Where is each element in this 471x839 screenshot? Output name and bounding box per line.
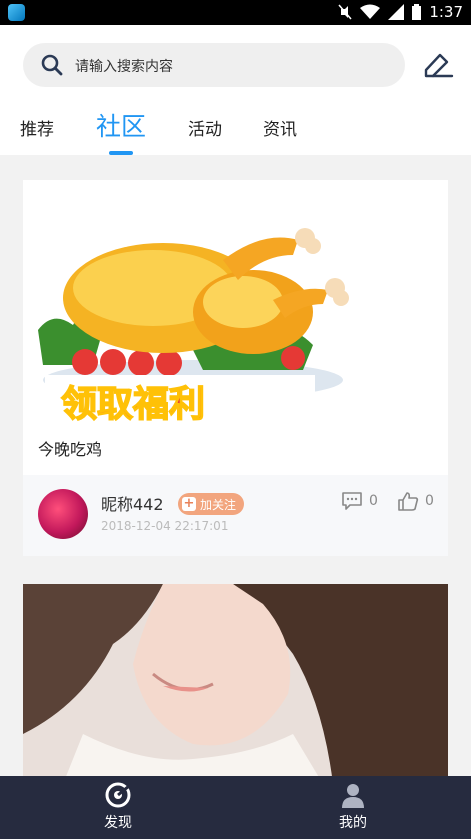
like-button[interactable]: 0 <box>397 491 434 511</box>
battery-icon <box>412 4 422 20</box>
post-footer: 昵称442 + 加关注 2018-12-04 22:17:01 0 0 <box>23 475 448 556</box>
post-card[interactable] <box>23 584 448 784</box>
profile-icon <box>342 784 364 808</box>
tab-community[interactable]: 社区 <box>96 107 146 143</box>
system-status: 1:37 <box>338 3 463 21</box>
discover-icon <box>105 782 131 808</box>
thumbs-up-icon <box>398 492 419 511</box>
follow-label: 加关注 <box>200 497 237 512</box>
tab-news[interactable]: 资讯 <box>263 115 297 140</box>
tab-bar: 推荐 社区 活动 资讯 <box>0 105 471 155</box>
image-banner-text: 领取福利 <box>61 384 205 425</box>
post-card[interactable]: 领取福利 今晚吃鸡 昵称442 + 加关注 2018-12-04 22:17:0… <box>23 180 448 556</box>
header: 请输入搜索内容 推荐 社区 活动 资讯 <box>0 25 471 155</box>
search-icon <box>41 54 63 76</box>
comment-icon <box>342 492 362 510</box>
status-bar: 1:37 <box>0 0 471 25</box>
post-image[interactable]: 领取福利 <box>23 180 448 425</box>
tab-events[interactable]: 活动 <box>188 115 222 140</box>
post-date: 2018-12-04 22:17:01 <box>101 519 229 533</box>
search-bar[interactable]: 请输入搜索内容 <box>23 43 405 87</box>
plus-icon: + <box>182 496 196 511</box>
nav-profile-label: 我的 <box>339 815 367 831</box>
nav-discover[interactable]: 发现 <box>78 782 158 832</box>
status-time: 1:37 <box>429 3 463 21</box>
signal-icon <box>388 4 405 20</box>
comment-button[interactable]: 0 <box>341 491 378 511</box>
follow-button[interactable]: + 加关注 <box>178 493 245 515</box>
active-tab-indicator <box>109 151 133 155</box>
app-notification-icon <box>8 4 25 21</box>
comment-count: 0 <box>369 493 378 509</box>
author-nickname[interactable]: 昵称442 <box>101 491 164 515</box>
avatar[interactable] <box>38 489 88 539</box>
like-count: 0 <box>425 493 434 509</box>
search-input[interactable]: 请输入搜索内容 <box>75 56 173 76</box>
tab-recommend[interactable]: 推荐 <box>20 115 54 140</box>
roast-chicken-image: 领取福利 <box>38 228 349 425</box>
wifi-icon <box>360 4 381 19</box>
post-title[interactable]: 今晚吃鸡 <box>38 436 102 460</box>
post-image[interactable] <box>23 584 448 784</box>
bottom-nav: 发现 我的 <box>0 776 471 839</box>
nav-profile[interactable]: 我的 <box>313 782 393 832</box>
edit-post-icon[interactable] <box>420 50 456 82</box>
nav-discover-label: 发现 <box>104 815 132 831</box>
mute-icon <box>338 4 352 20</box>
